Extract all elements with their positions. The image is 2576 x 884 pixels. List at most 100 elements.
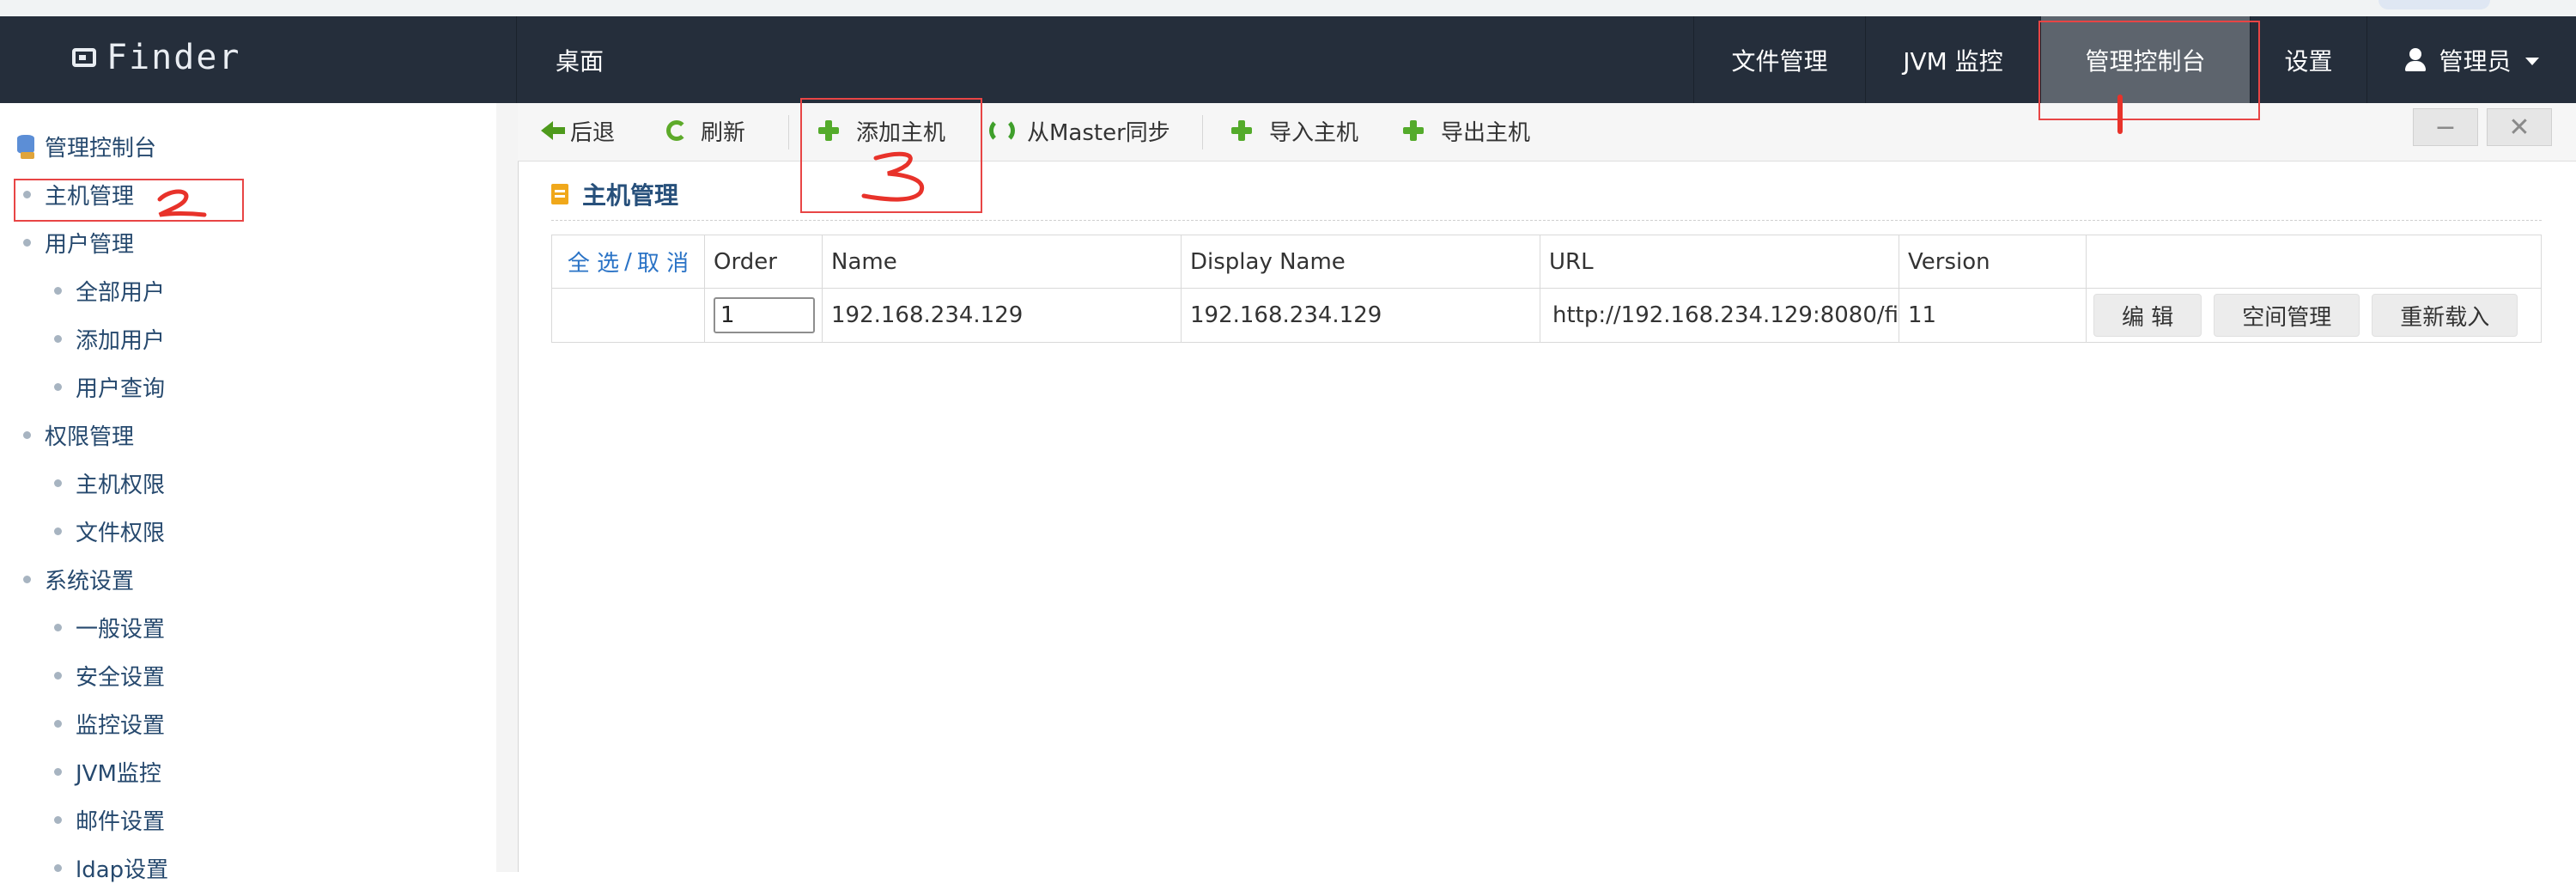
header-url[interactable]: URL (1540, 235, 1899, 289)
row-select-cell[interactable] (552, 289, 705, 342)
header-display-name[interactable]: Display Name (1182, 235, 1540, 289)
user-icon (2404, 47, 2427, 72)
row-display-name-cell: 192.168.234.129 (1182, 289, 1540, 342)
export-host-label: 导出主机 (1441, 119, 1531, 146)
row-actions-cell: 编 辑 空间管理 重新载入 (2087, 289, 2541, 342)
header-name[interactable]: Name (823, 235, 1182, 289)
header-actions (2087, 235, 2541, 289)
sidebar-item-add-user[interactable]: 添加用户 (54, 323, 165, 355)
sidebar-item-mail[interactable]: 邮件设置 (54, 804, 165, 836)
sidebar-item-general[interactable]: 一般设置 (54, 612, 165, 643)
browser-strip (0, 0, 2576, 17)
brand-logo[interactable]: Finder (72, 38, 241, 77)
nav-settings[interactable]: 设置 (2250, 16, 2366, 103)
sidebar-item-monitor[interactable]: 监控设置 (54, 708, 165, 740)
order-input[interactable] (714, 297, 815, 333)
header-version[interactable]: Version (1899, 235, 2087, 289)
sync-master-label: 从Master同步 (1027, 119, 1170, 146)
bullet-icon (54, 383, 62, 391)
annotation-mark-1 (2117, 94, 2123, 134)
select-separator: / (624, 248, 632, 275)
nav-desktop-label: 桌面 (555, 46, 604, 76)
space-manage-button[interactable]: 空间管理 (2214, 294, 2360, 337)
annotation-mark-3 (861, 151, 925, 202)
edit-button[interactable]: 编 辑 (2093, 294, 2202, 337)
close-icon: ✕ (2508, 112, 2530, 143)
sidebar-item-label: JVM监控 (76, 761, 161, 787)
sidebar-item-label: 系统设置 (45, 569, 135, 594)
sidebar-item-jvm[interactable]: JVM监控 (54, 756, 161, 788)
sidebar-item-user-manage[interactable]: 用户管理 (23, 227, 134, 259)
sidebar-item-label: 全部用户 (76, 280, 166, 306)
sidebar-item-security[interactable]: 安全设置 (54, 660, 165, 692)
bullet-icon (54, 768, 62, 776)
bullet-icon (23, 239, 31, 247)
nav-jvm-monitor[interactable]: JVM 监控 (1865, 16, 2040, 103)
nav-jvm-monitor-label: JVM 监控 (1903, 46, 2003, 76)
bullet-icon (54, 624, 62, 631)
cancel-select-link[interactable]: 取 消 (637, 246, 689, 277)
sidebar-item-label: 邮件设置 (76, 809, 166, 835)
row-url-cell: http://192.168.234.129:8080/finder (1540, 289, 1899, 342)
page-title-label: 主机管理 (582, 181, 679, 210)
row-name-cell: 192.168.234.129 (823, 289, 1182, 342)
sidebar-item-file-perm[interactable]: 文件权限 (54, 515, 165, 547)
sidebar-item-label: 安全设置 (76, 665, 166, 691)
bullet-icon (23, 431, 31, 439)
finder-icon (72, 48, 96, 67)
sidebar-item-label: 一般设置 (76, 617, 166, 643)
nav-desktop[interactable]: 桌面 (516, 16, 642, 103)
refresh-label: 刷新 (701, 119, 746, 146)
export-host-button[interactable]: 导出主机 (1403, 116, 1531, 146)
nav-user-menu[interactable]: 管理员 (2366, 16, 2576, 103)
select-header: 全 选 / 取 消 (552, 235, 705, 289)
sidebar-item-label: ldap设置 (76, 857, 169, 883)
header-order[interactable]: Order (705, 235, 823, 289)
back-button[interactable]: 后退 (541, 116, 616, 146)
minimize-button[interactable]: − (2413, 108, 2478, 146)
reload-button[interactable]: 重新载入 (2372, 294, 2518, 337)
nav-user-label: 管理员 (2439, 46, 2512, 76)
sidebar-item-host-perm[interactable]: 主机权限 (54, 467, 165, 499)
nav-file-manage[interactable]: 文件管理 (1693, 16, 1865, 103)
bullet-icon (23, 576, 31, 583)
nav-settings-label: 设置 (2284, 46, 2333, 76)
back-label: 后退 (570, 119, 616, 146)
title-divider (551, 220, 2542, 221)
page-title: 主机管理 (551, 177, 678, 211)
sidebar-item-label: 用户管理 (45, 232, 135, 258)
sidebar-item-ldap[interactable]: ldap设置 (54, 852, 168, 884)
refresh-button[interactable]: 刷新 (666, 116, 746, 146)
bullet-icon (54, 479, 62, 487)
plus-icon (1231, 120, 1252, 141)
sidebar-splitter[interactable] (496, 103, 519, 872)
sync-master-button[interactable]: 从Master同步 (989, 116, 1170, 146)
sidebar-root[interactable]: 管理控制台 (17, 131, 156, 162)
plus-icon (1403, 120, 1424, 141)
sidebar-item-sys-settings[interactable]: 系统设置 (23, 564, 134, 595)
browser-profile-pill[interactable] (2379, 0, 2490, 9)
toolbar-divider (1202, 115, 1203, 149)
minimize-icon: − (2434, 112, 2457, 143)
bullet-icon (54, 335, 62, 343)
brand-name: Finder (106, 38, 241, 77)
select-all-link[interactable]: 全 选 (568, 246, 619, 277)
sidebar-root-label: 管理控制台 (45, 136, 157, 162)
annotation-mark-2 (157, 189, 207, 217)
bullet-icon (54, 720, 62, 728)
sidebar-item-label: 用户查询 (76, 376, 166, 402)
annotation-box-1 (2038, 21, 2260, 120)
bullet-icon (54, 527, 62, 535)
host-table: 全 选 / 取 消 Order Name Display Name URL Ve… (551, 235, 2542, 343)
import-host-button[interactable]: 导入主机 (1231, 116, 1359, 146)
chevron-down-icon (2524, 58, 2539, 65)
row-version-cell: 11 (1899, 289, 2087, 342)
sidebar-item-user-query[interactable]: 用户查询 (54, 371, 165, 403)
sidebar-item-label: 权限管理 (45, 424, 135, 450)
close-button[interactable]: ✕ (2487, 108, 2552, 146)
refresh-icon (666, 120, 687, 141)
import-host-label: 导入主机 (1269, 119, 1359, 146)
sidebar-item-all-users[interactable]: 全部用户 (54, 275, 165, 307)
sidebar-item-perm-manage[interactable]: 权限管理 (23, 419, 134, 451)
row-order-cell (705, 289, 823, 342)
